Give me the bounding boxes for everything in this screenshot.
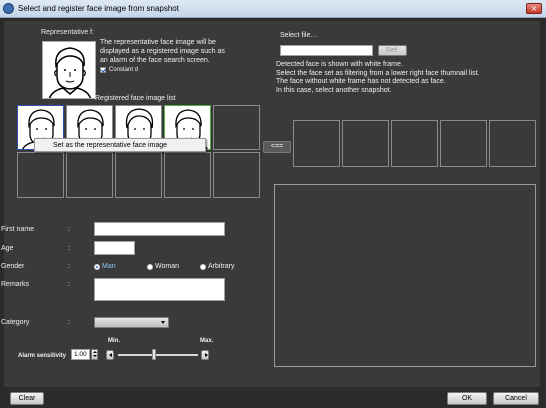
instruction-line: Select the face set as filtering from a … — [276, 69, 480, 77]
registered-list-label: Registered face image list — [95, 95, 176, 102]
gender-radio-man[interactable] — [94, 264, 100, 270]
title-bar: Select and register face image from snap… — [0, 0, 546, 18]
description-line: an alarm of the face search screen. — [100, 57, 210, 64]
representative-description: The representative face image will be di… — [100, 38, 225, 65]
separator: : — [68, 263, 70, 270]
registered-face-slot[interactable] — [17, 152, 64, 198]
max-label: Max. — [200, 338, 214, 344]
arrow-right-icon — [205, 353, 208, 357]
alarm-slider-thumb[interactable] — [152, 349, 156, 360]
age-input[interactable] — [94, 241, 135, 255]
cancel-button[interactable]: Cancel — [493, 392, 539, 405]
arrow-left-icon — [109, 353, 112, 357]
gender-radio-woman[interactable] — [147, 264, 153, 270]
category-select[interactable] — [94, 317, 169, 328]
min-label: Min. — [108, 338, 120, 344]
slider-increase-button[interactable] — [201, 350, 209, 360]
gender-option-woman: Woman — [155, 263, 179, 270]
separator: : — [68, 281, 70, 288]
file-path-input[interactable] — [280, 45, 373, 56]
gender-option-man: Man — [102, 263, 116, 270]
alarm-sensitivity-label: Alarm sensitivity — [18, 353, 67, 359]
gender-radio-arbitrary[interactable] — [200, 264, 206, 270]
separator: : — [68, 226, 70, 233]
instruction-line: Detected face is shown with white frame. — [276, 61, 403, 68]
registered-face-slot[interactable] — [164, 152, 211, 198]
select-file-label: Select file… — [280, 32, 318, 39]
dialog-body: Representative f: The representative fac… — [1, 21, 540, 387]
detected-face-slot[interactable] — [342, 120, 389, 167]
ok-button[interactable]: OK — [447, 392, 487, 405]
representative-face-image — [42, 41, 96, 99]
alarm-sensitivity-value-input[interactable]: 1.00 — [71, 349, 90, 360]
separator: : — [68, 245, 70, 252]
description-line: displayed as a registered image such as — [100, 48, 225, 55]
instruction-line: The face without white frame has not det… — [276, 78, 446, 85]
close-button[interactable]: × — [526, 3, 542, 14]
alarm-slider-track[interactable] — [118, 354, 198, 356]
instruction-line: In this case, select another snapshot. — [276, 86, 392, 94]
ref-button[interactable]: Ref. — [378, 45, 407, 56]
context-menu: Set as the representative face image — [34, 138, 206, 152]
face-app-icon — [3, 3, 14, 14]
age-label: Age — [1, 245, 14, 252]
first-name-input[interactable] — [94, 222, 225, 236]
chevron-down-icon — [161, 321, 165, 324]
first-name-label: First name — [1, 226, 35, 233]
context-menu-item-set-representative[interactable]: Set as the representative face image — [53, 142, 167, 149]
representative-label: Representative f: — [41, 29, 94, 36]
slider-decrease-button[interactable] — [106, 350, 114, 360]
transfer-face-button[interactable]: <== — [263, 141, 291, 153]
close-icon: × — [530, 4, 538, 13]
registered-face-slot[interactable] — [66, 152, 113, 198]
clear-button[interactable]: Clear — [10, 392, 44, 405]
detected-face-slot[interactable] — [391, 120, 438, 167]
spin-arrows-icon[interactable] — [91, 349, 98, 360]
face-portrait-icon — [48, 47, 92, 98]
description-line: The representative face image will be — [100, 39, 216, 46]
separator: : — [68, 319, 70, 326]
constant-checkbox[interactable] — [100, 67, 106, 73]
remarks-input[interactable] — [94, 278, 225, 301]
constant-label: Constant d — [109, 67, 139, 73]
snapshot-preview[interactable] — [274, 184, 536, 367]
category-label: Category — [1, 319, 30, 326]
registered-face-slot[interactable] — [213, 152, 260, 198]
detected-face-slot[interactable] — [440, 120, 487, 167]
registered-face-slot[interactable] — [213, 105, 260, 150]
remarks-label: Remarks — [1, 281, 30, 288]
registered-face-slot[interactable] — [115, 152, 162, 198]
window-title: Select and register face image from snap… — [18, 4, 179, 13]
detected-face-slot[interactable] — [293, 120, 340, 167]
gender-option-arbitrary: Arbitrary — [208, 263, 235, 270]
gender-label: Gender — [1, 263, 25, 270]
instructions: Detected face is shown with white frame.… — [276, 61, 479, 95]
detected-face-slot[interactable] — [489, 120, 536, 167]
